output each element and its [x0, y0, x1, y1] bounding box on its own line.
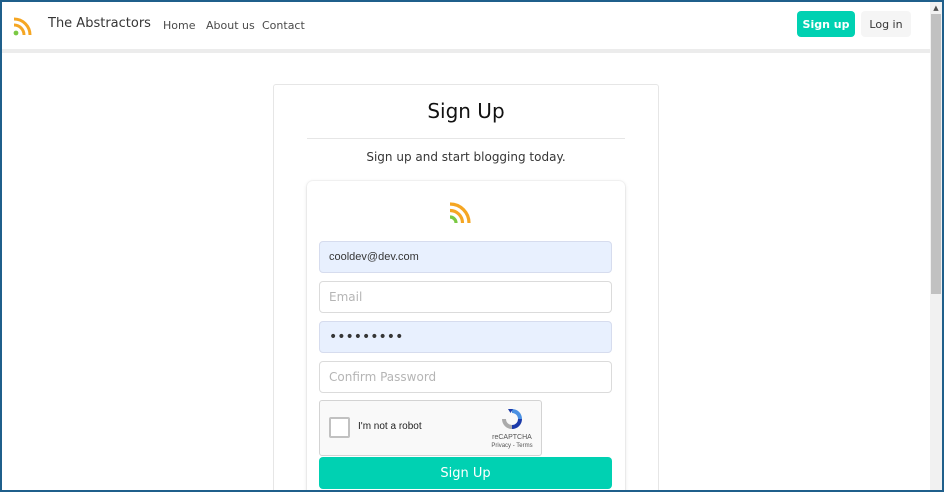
- nav-link-about-us[interactable]: About us: [206, 19, 255, 32]
- recaptcha-icon: [502, 409, 522, 429]
- navbar-login-button[interactable]: Log in: [861, 11, 911, 37]
- nav-link-contact[interactable]: Contact: [262, 19, 305, 32]
- page-subtitle: Sign up and start blogging today.: [366, 150, 566, 164]
- recaptcha-brand: reCAPTCHA: [492, 434, 532, 441]
- signup-submit-button[interactable]: Sign Up: [319, 457, 612, 489]
- nav-link-home[interactable]: Home: [163, 19, 195, 32]
- navbar-shadow: [2, 49, 930, 53]
- rss-feed-icon[interactable]: [11, 14, 35, 38]
- rss-feed-icon: [449, 202, 471, 224]
- navbar-signup-button[interactable]: Sign up: [797, 11, 855, 37]
- recaptcha-label: I'm not a robot: [358, 421, 422, 432]
- username-field[interactable]: [319, 241, 612, 273]
- recaptcha-checkbox[interactable]: [329, 417, 350, 438]
- password-field[interactable]: [319, 321, 612, 353]
- title-divider: [307, 138, 625, 139]
- recaptcha-privacy-terms[interactable]: Privacy - Terms: [485, 443, 539, 449]
- scrollbar-thumb[interactable]: [931, 14, 941, 294]
- scroll-up-arrow-icon[interactable]: ▲: [930, 2, 942, 14]
- email-field[interactable]: [319, 281, 612, 313]
- brand-name[interactable]: The Abstractors: [48, 16, 151, 31]
- page-title: Sign Up: [427, 99, 505, 123]
- confirm-password-field[interactable]: [319, 361, 612, 393]
